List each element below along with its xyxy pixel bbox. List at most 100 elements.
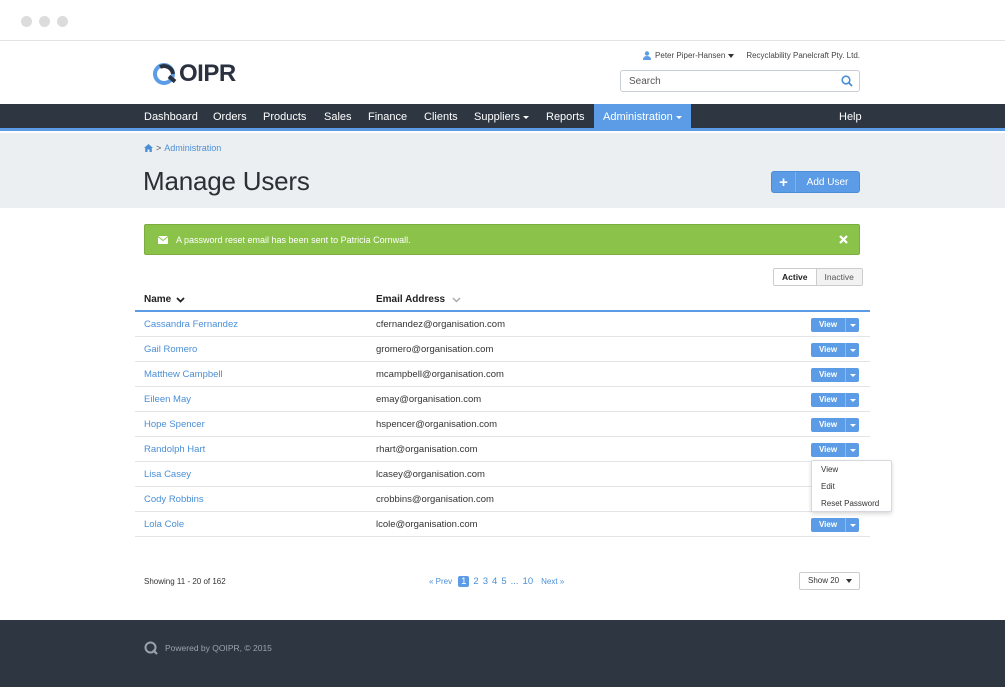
user-name-link[interactable]: Matthew Campbell	[144, 369, 223, 380]
user-name-link[interactable]: Eileen May	[144, 394, 191, 405]
page-header: > Administration Manage Users + Add User	[0, 133, 1005, 208]
table-row: Matthew Campbell mcampbell@organisation.c…	[135, 362, 870, 387]
view-button[interactable]: View	[811, 318, 845, 332]
pagination-next[interactable]: Next »	[541, 577, 564, 586]
row-menu-toggle[interactable]	[845, 368, 859, 382]
row-menu-toggle[interactable]	[845, 418, 859, 432]
nav-item-dashboard[interactable]: Dashboard	[135, 104, 207, 131]
table-row: Lisa Casey lcasey@organisation.com	[135, 462, 870, 487]
pagination-page[interactable]: 3	[483, 576, 488, 587]
column-header-email[interactable]: Email Address	[376, 294, 461, 305]
nav-item-sales[interactable]: Sales	[315, 104, 361, 131]
chevron-down-icon	[849, 323, 856, 327]
user-email: rhart@organisation.com	[376, 444, 478, 455]
user-name-link[interactable]: Cody Robbins	[144, 494, 204, 505]
row-action-split-button: View	[811, 518, 859, 532]
close-icon[interactable]	[839, 235, 848, 244]
row-action-split-button: View	[811, 368, 859, 382]
user-name-link[interactable]: Lisa Casey	[144, 469, 191, 480]
nav-item-reports[interactable]: Reports	[537, 104, 594, 131]
add-user-button[interactable]: + Add User	[771, 171, 860, 193]
menu-item-view[interactable]: View	[812, 461, 891, 478]
page-size-label: Show 20	[808, 576, 840, 585]
pagination-prev[interactable]: « Prev	[429, 577, 452, 586]
user-email: hspencer@organisation.com	[376, 419, 498, 430]
nav-item-clients[interactable]: Clients	[415, 104, 467, 131]
search-input[interactable]	[621, 71, 821, 91]
pagination-page[interactable]: 4	[492, 576, 497, 587]
nav-item-administration[interactable]: Administration	[594, 104, 691, 131]
user-email: gromero@organisation.com	[376, 344, 494, 355]
pagination-page-last[interactable]: 10	[523, 576, 534, 587]
pagination: « Prev 1 2 3 4 5 ... 10 Next »	[429, 576, 568, 587]
view-button[interactable]: View	[811, 418, 845, 432]
company-name: Recyclability Panelcraft Pty. Ltd.	[746, 51, 860, 60]
status-filter: Active Inactive	[773, 268, 863, 286]
chevron-down-icon	[849, 423, 856, 427]
alert-message: A password reset email has been sent to …	[176, 234, 411, 245]
filter-active-button[interactable]: Active	[774, 269, 817, 285]
row-menu-toggle[interactable]	[845, 318, 859, 332]
chevron-down-icon	[849, 448, 856, 452]
row-action-split-button: View	[811, 418, 859, 432]
nav-item-suppliers[interactable]: Suppliers	[465, 104, 538, 131]
row-menu-toggle[interactable]	[845, 393, 859, 407]
chevron-down-icon	[176, 296, 185, 303]
showing-count: Showing 11 - 20 of 162	[144, 577, 226, 586]
filter-inactive-button[interactable]: Inactive	[816, 269, 862, 285]
page-title: Manage Users	[143, 166, 310, 196]
nav-item-finance[interactable]: Finance	[359, 104, 416, 131]
user-name-link[interactable]: Gail Romero	[144, 344, 197, 355]
user-email: crobbins@organisation.com	[376, 494, 494, 505]
column-header-label: Email Address	[376, 294, 446, 305]
menu-item-edit[interactable]: Edit	[812, 478, 891, 495]
chevron-down-icon	[849, 373, 856, 377]
user-email: lcasey@organisation.com	[376, 469, 485, 480]
pagination-page-current[interactable]: 1	[458, 576, 470, 587]
pagination-page[interactable]: 5	[501, 576, 506, 587]
window-dot-icon	[57, 16, 68, 27]
row-menu-toggle[interactable]	[845, 343, 859, 357]
chevron-down-icon	[728, 53, 735, 58]
chevron-down-icon	[849, 523, 856, 527]
view-button[interactable]: View	[811, 343, 845, 357]
window-dot-icon	[21, 16, 32, 27]
user-name-link[interactable]: Randolph Hart	[144, 444, 205, 455]
footer-credit: Powered by QOIPR, © 2015	[144, 641, 272, 655]
user-name-link[interactable]: Lola Cole	[144, 519, 184, 530]
user-name-link[interactable]: Cassandra Fernandez	[144, 319, 238, 330]
pagination-page[interactable]: 2	[473, 576, 478, 587]
logo[interactable]: OIPR	[152, 60, 236, 88]
success-alert: A password reset email has been sent to …	[144, 224, 860, 255]
add-user-label: Add User	[806, 176, 849, 188]
search-icon[interactable]	[841, 75, 853, 87]
nav-item-label: Administration	[603, 111, 673, 123]
view-button[interactable]: View	[811, 393, 845, 407]
nav-item-help[interactable]: Help	[830, 104, 871, 131]
user-name-link[interactable]: Hope Spencer	[144, 419, 205, 430]
view-button[interactable]: View	[811, 518, 845, 532]
footer-text: Powered by QOIPR, © 2015	[165, 643, 272, 653]
table-row: Lola Cole lcole@organisation.com View	[135, 512, 870, 537]
row-action-split-button: View	[811, 318, 859, 332]
user-email: emay@organisation.com	[376, 394, 482, 405]
view-button[interactable]: View	[811, 368, 845, 382]
user-name: Peter Piper-Hansen	[655, 51, 726, 60]
nav-item-products[interactable]: Products	[254, 104, 315, 131]
view-button[interactable]: View	[811, 443, 845, 457]
user-menu[interactable]: Peter Piper-Hansen	[643, 51, 735, 60]
row-menu-toggle[interactable]	[845, 518, 859, 532]
home-icon[interactable]	[144, 144, 153, 152]
table-row: Eileen May emay@organisation.com View	[135, 387, 870, 412]
column-header-name[interactable]: Name	[144, 294, 185, 305]
nav-item-orders[interactable]: Orders	[204, 104, 256, 131]
chevron-down-icon	[675, 115, 682, 119]
logo-q-icon	[144, 641, 158, 655]
table-body: Cassandra Fernandez cfernandez@organisati…	[135, 312, 870, 537]
breadcrumb-link-administration[interactable]: Administration	[164, 143, 221, 153]
window-chrome	[0, 0, 1005, 41]
page-size-select[interactable]: Show 20	[799, 572, 860, 590]
menu-item-reset-password[interactable]: Reset Password	[812, 495, 891, 512]
user-bar: Peter Piper-Hansen Recyclability Panelcr…	[643, 51, 860, 60]
row-menu-toggle[interactable]	[845, 443, 859, 457]
